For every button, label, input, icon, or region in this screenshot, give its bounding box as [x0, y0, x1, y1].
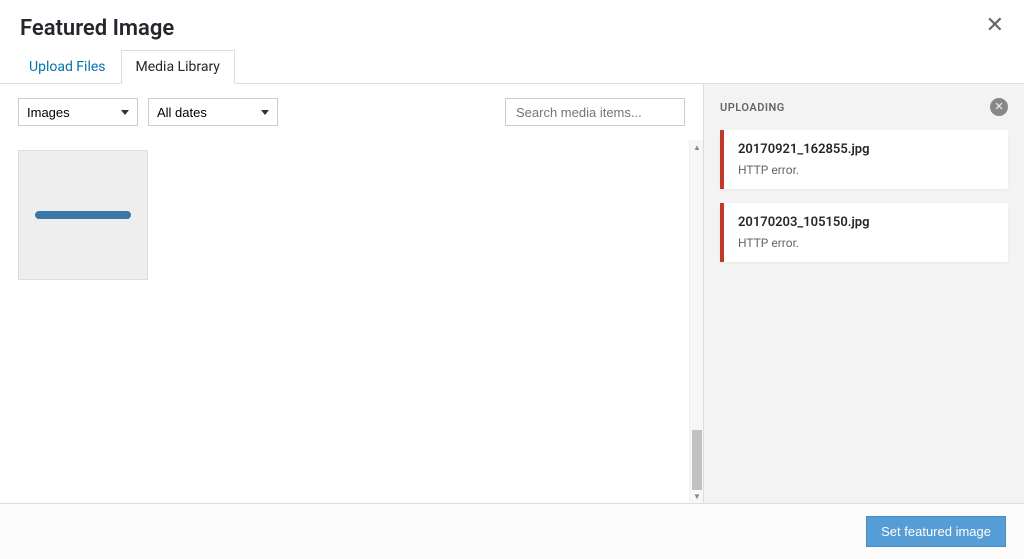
attachment-thumb-uploading[interactable]	[18, 150, 148, 280]
tab-media-library[interactable]: Media Library	[121, 50, 235, 84]
set-featured-image-button[interactable]: Set featured image	[866, 516, 1006, 547]
tab-upload-files[interactable]: Upload Files	[14, 50, 121, 84]
scroll-thumb[interactable]	[692, 430, 702, 490]
filter-date-select[interactable]: All dates	[148, 98, 278, 126]
upload-filename: 20170203_105150.jpg	[738, 215, 994, 230]
scroll-down-arrow-icon[interactable]: ▼	[690, 489, 703, 503]
upload-error-item: 20170203_105150.jpg HTTP error.	[720, 203, 1008, 262]
modal-header: Featured Image ✕	[0, 0, 1024, 49]
close-button[interactable]: ✕	[986, 14, 1004, 36]
upload-filename: 20170921_162855.jpg	[738, 142, 994, 157]
dismiss-errors-button[interactable]: ✕	[990, 98, 1008, 116]
dismiss-icon: ✕	[994, 102, 1003, 113]
filter-type-select[interactable]: Images	[18, 98, 138, 126]
toolbar: Images All dates	[0, 84, 703, 140]
upload-error-message: HTTP error.	[738, 236, 994, 250]
content-area: Images All dates ▲ ▼	[0, 84, 1024, 503]
sidebar-panel: UPLOADING ✕ 20170921_162855.jpg HTTP err…	[704, 84, 1024, 503]
close-icon: ✕	[986, 12, 1004, 37]
upload-progress-bar	[35, 211, 131, 219]
uploading-heading: UPLOADING	[720, 101, 785, 114]
modal-title: Featured Image	[20, 16, 1004, 41]
search-input[interactable]	[505, 98, 685, 126]
upload-error-item: 20170921_162855.jpg HTTP error.	[720, 130, 1008, 189]
scroll-up-arrow-icon[interactable]: ▲	[690, 140, 703, 154]
upload-error-message: HTTP error.	[738, 163, 994, 177]
modal-footer: Set featured image	[0, 503, 1024, 559]
sidebar-header: UPLOADING ✕	[720, 98, 1008, 116]
attachments-grid: ▲ ▼	[0, 140, 703, 503]
scrollbar-vertical[interactable]: ▲ ▼	[689, 140, 703, 503]
featured-image-modal: Featured Image ✕ Upload Files Media Libr…	[0, 0, 1024, 559]
main-panel: Images All dates ▲ ▼	[0, 84, 704, 503]
tab-bar: Upload Files Media Library	[0, 49, 1024, 84]
